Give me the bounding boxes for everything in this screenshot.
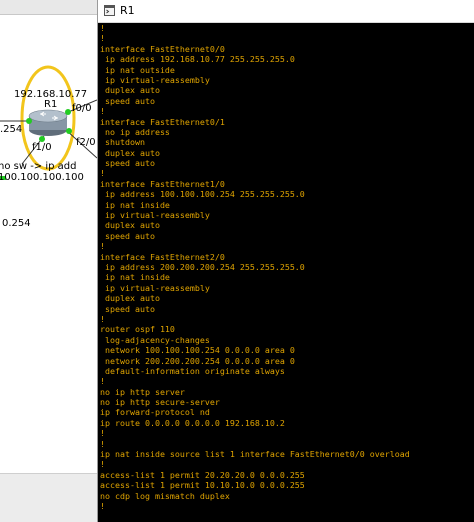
- console-titlebar[interactable]: R1: [98, 0, 474, 23]
- console-line: interface FastEthernet1/0: [100, 178, 225, 189]
- console-line: access-list 1 permit 10.10.10.0 0.0.0.25…: [100, 480, 305, 491]
- interface-label-f1-0: f1/0: [32, 142, 52, 153]
- lower-ip-label: 0.254: [2, 218, 31, 229]
- console-line: !: [100, 168, 105, 179]
- console-line: ip forward-protocol nd: [100, 407, 210, 418]
- console-text: !! interface FastEthernet0/0 ip address 1…: [98, 23, 474, 511]
- console-line: shutdown: [100, 137, 145, 148]
- console-line: router ospf 110: [100, 324, 175, 335]
- console-line: !: [100, 241, 105, 252]
- console-line: ip virtual-reassembly: [100, 282, 210, 293]
- router-icon: [28, 109, 68, 136]
- console-line: duplex auto: [100, 293, 160, 304]
- console-line: network 200.200.200.254 0.0.0.0 area 0: [100, 355, 295, 366]
- console-line: default-information originate always: [100, 365, 285, 376]
- console-line: ip address 192.168.10.77 255.255.255.0: [100, 54, 295, 65]
- console-line: speed auto: [100, 303, 155, 314]
- console-line: !: [100, 23, 105, 33]
- console-line: speed auto: [100, 230, 155, 241]
- console-line: !: [100, 33, 105, 44]
- console-line: speed auto: [100, 158, 155, 169]
- left-ip-label: .254: [0, 124, 23, 135]
- interface-label-f0-0: f0/0: [72, 103, 92, 114]
- console-line: ip nat inside: [100, 199, 170, 210]
- console-line: !: [100, 106, 105, 117]
- console-line: interface FastEthernet0/0: [100, 43, 225, 54]
- console-line: ip address 200.200.200.254 255.255.255.0: [100, 261, 305, 272]
- console-line: speed auto: [100, 95, 155, 106]
- console-line: duplex auto: [100, 85, 160, 96]
- endpoint-left: [26, 118, 32, 124]
- interface-label-f2-0: f2/0: [76, 137, 96, 148]
- console-line: duplex auto: [100, 147, 160, 158]
- canvas-bottom-panel: [0, 473, 97, 522]
- console-line: network 100.100.100.254 0.0.0.0 area 0: [100, 345, 295, 356]
- console-line: ip virtual-reassembly: [100, 74, 210, 85]
- console-line: !: [100, 428, 105, 439]
- console-line: no ip address: [100, 126, 170, 137]
- console-line: !: [100, 500, 105, 511]
- terminal-app-icon: [104, 5, 115, 16]
- console-line: log-adjacency-changes: [100, 334, 210, 345]
- console-line: !: [100, 376, 105, 387]
- endpoint-f0-0: [65, 109, 71, 115]
- topology-canvas[interactable]: 192.168.10.77 R1 f0/0 .254 f1/0 f2/0 no …: [0, 0, 97, 522]
- console-line: ip nat outside: [100, 64, 175, 75]
- console-line: ip virtual-reassembly: [100, 210, 210, 221]
- network-label: 100.100.100.100: [0, 172, 84, 183]
- console-line: access-list 1 permit 20.20.20.0 0.0.0.25…: [100, 469, 305, 480]
- console-line: !: [100, 313, 105, 324]
- console-line: !: [100, 459, 105, 470]
- console-title: R1: [120, 4, 135, 17]
- topology-drawing: [0, 65, 97, 180]
- console-line: no ip http secure-server: [100, 397, 220, 408]
- console-line: ip route 0.0.0.0 0.0.0.0 192.168.10.2: [100, 417, 285, 428]
- console-line: ip address 100.100.100.254 255.255.255.0: [100, 189, 305, 200]
- console-line: !: [100, 438, 105, 449]
- console-line: ip nat inside source list 1 interface Fa…: [100, 449, 410, 460]
- console-output[interactable]: !! interface FastEthernet0/0 ip address 1…: [98, 23, 474, 522]
- console-line: duplex auto: [100, 220, 160, 231]
- console-window[interactable]: R1 !! interface FastEthernet0/0 ip addres…: [97, 0, 474, 522]
- console-line: no ip http server: [100, 386, 185, 397]
- console-line: no cdp log mismatch duplex: [100, 490, 230, 501]
- endpoint-f2-0: [66, 128, 72, 134]
- console-line: interface FastEthernet0/1: [100, 116, 225, 127]
- console-line: ip nat inside: [100, 272, 170, 283]
- router-name-label: R1: [44, 99, 58, 110]
- console-line: interface FastEthernet2/0: [100, 251, 225, 262]
